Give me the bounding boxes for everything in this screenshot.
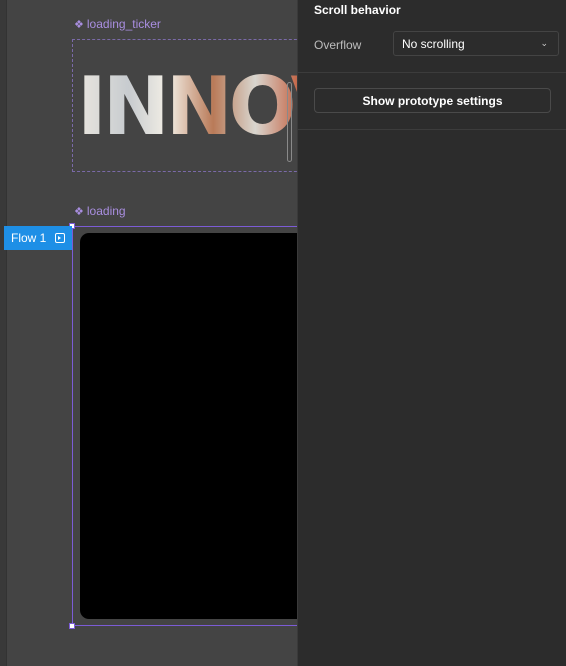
show-prototype-settings-button[interactable]: Show prototype settings — [314, 88, 551, 113]
component-diamond-icon: ❖ — [74, 205, 84, 218]
overflow-dropdown[interactable]: No scrolling ⌄ — [393, 31, 559, 56]
overflow-label: Overflow — [314, 38, 362, 52]
chevron-down-icon: ⌄ — [540, 38, 548, 48]
properties-panel: Scroll behavior Overflow No scrolling ⌄ … — [297, 0, 566, 666]
loading-ticker-frame[interactable]: INNOVA — [72, 39, 405, 172]
scroll-behavior-title: Scroll behavior — [314, 3, 401, 17]
loading-component-label[interactable]: ❖ loading — [74, 204, 126, 218]
resize-handle-bottom-left[interactable] — [69, 623, 75, 629]
flow-name: Flow 1 — [11, 231, 47, 245]
design-canvas[interactable]: ❖ loading_ticker INNOVA ❖ loading Flow 1 — [0, 0, 405, 666]
ticker-scrollbar[interactable] — [287, 82, 292, 162]
component-diamond-icon: ❖ — [74, 18, 84, 31]
ticker-component-name: loading_ticker — [86, 17, 161, 31]
overflow-selected-value: No scrolling — [402, 36, 465, 51]
flow-start-icon[interactable] — [55, 233, 66, 243]
loading-component-name: loading — [86, 204, 126, 218]
flow-start-tag[interactable]: Flow 1 — [4, 226, 72, 250]
ticker-component-label[interactable]: ❖ loading_ticker — [74, 17, 161, 31]
loading-frame-content[interactable] — [80, 233, 310, 619]
section-divider — [298, 129, 566, 130]
section-divider — [298, 72, 566, 73]
